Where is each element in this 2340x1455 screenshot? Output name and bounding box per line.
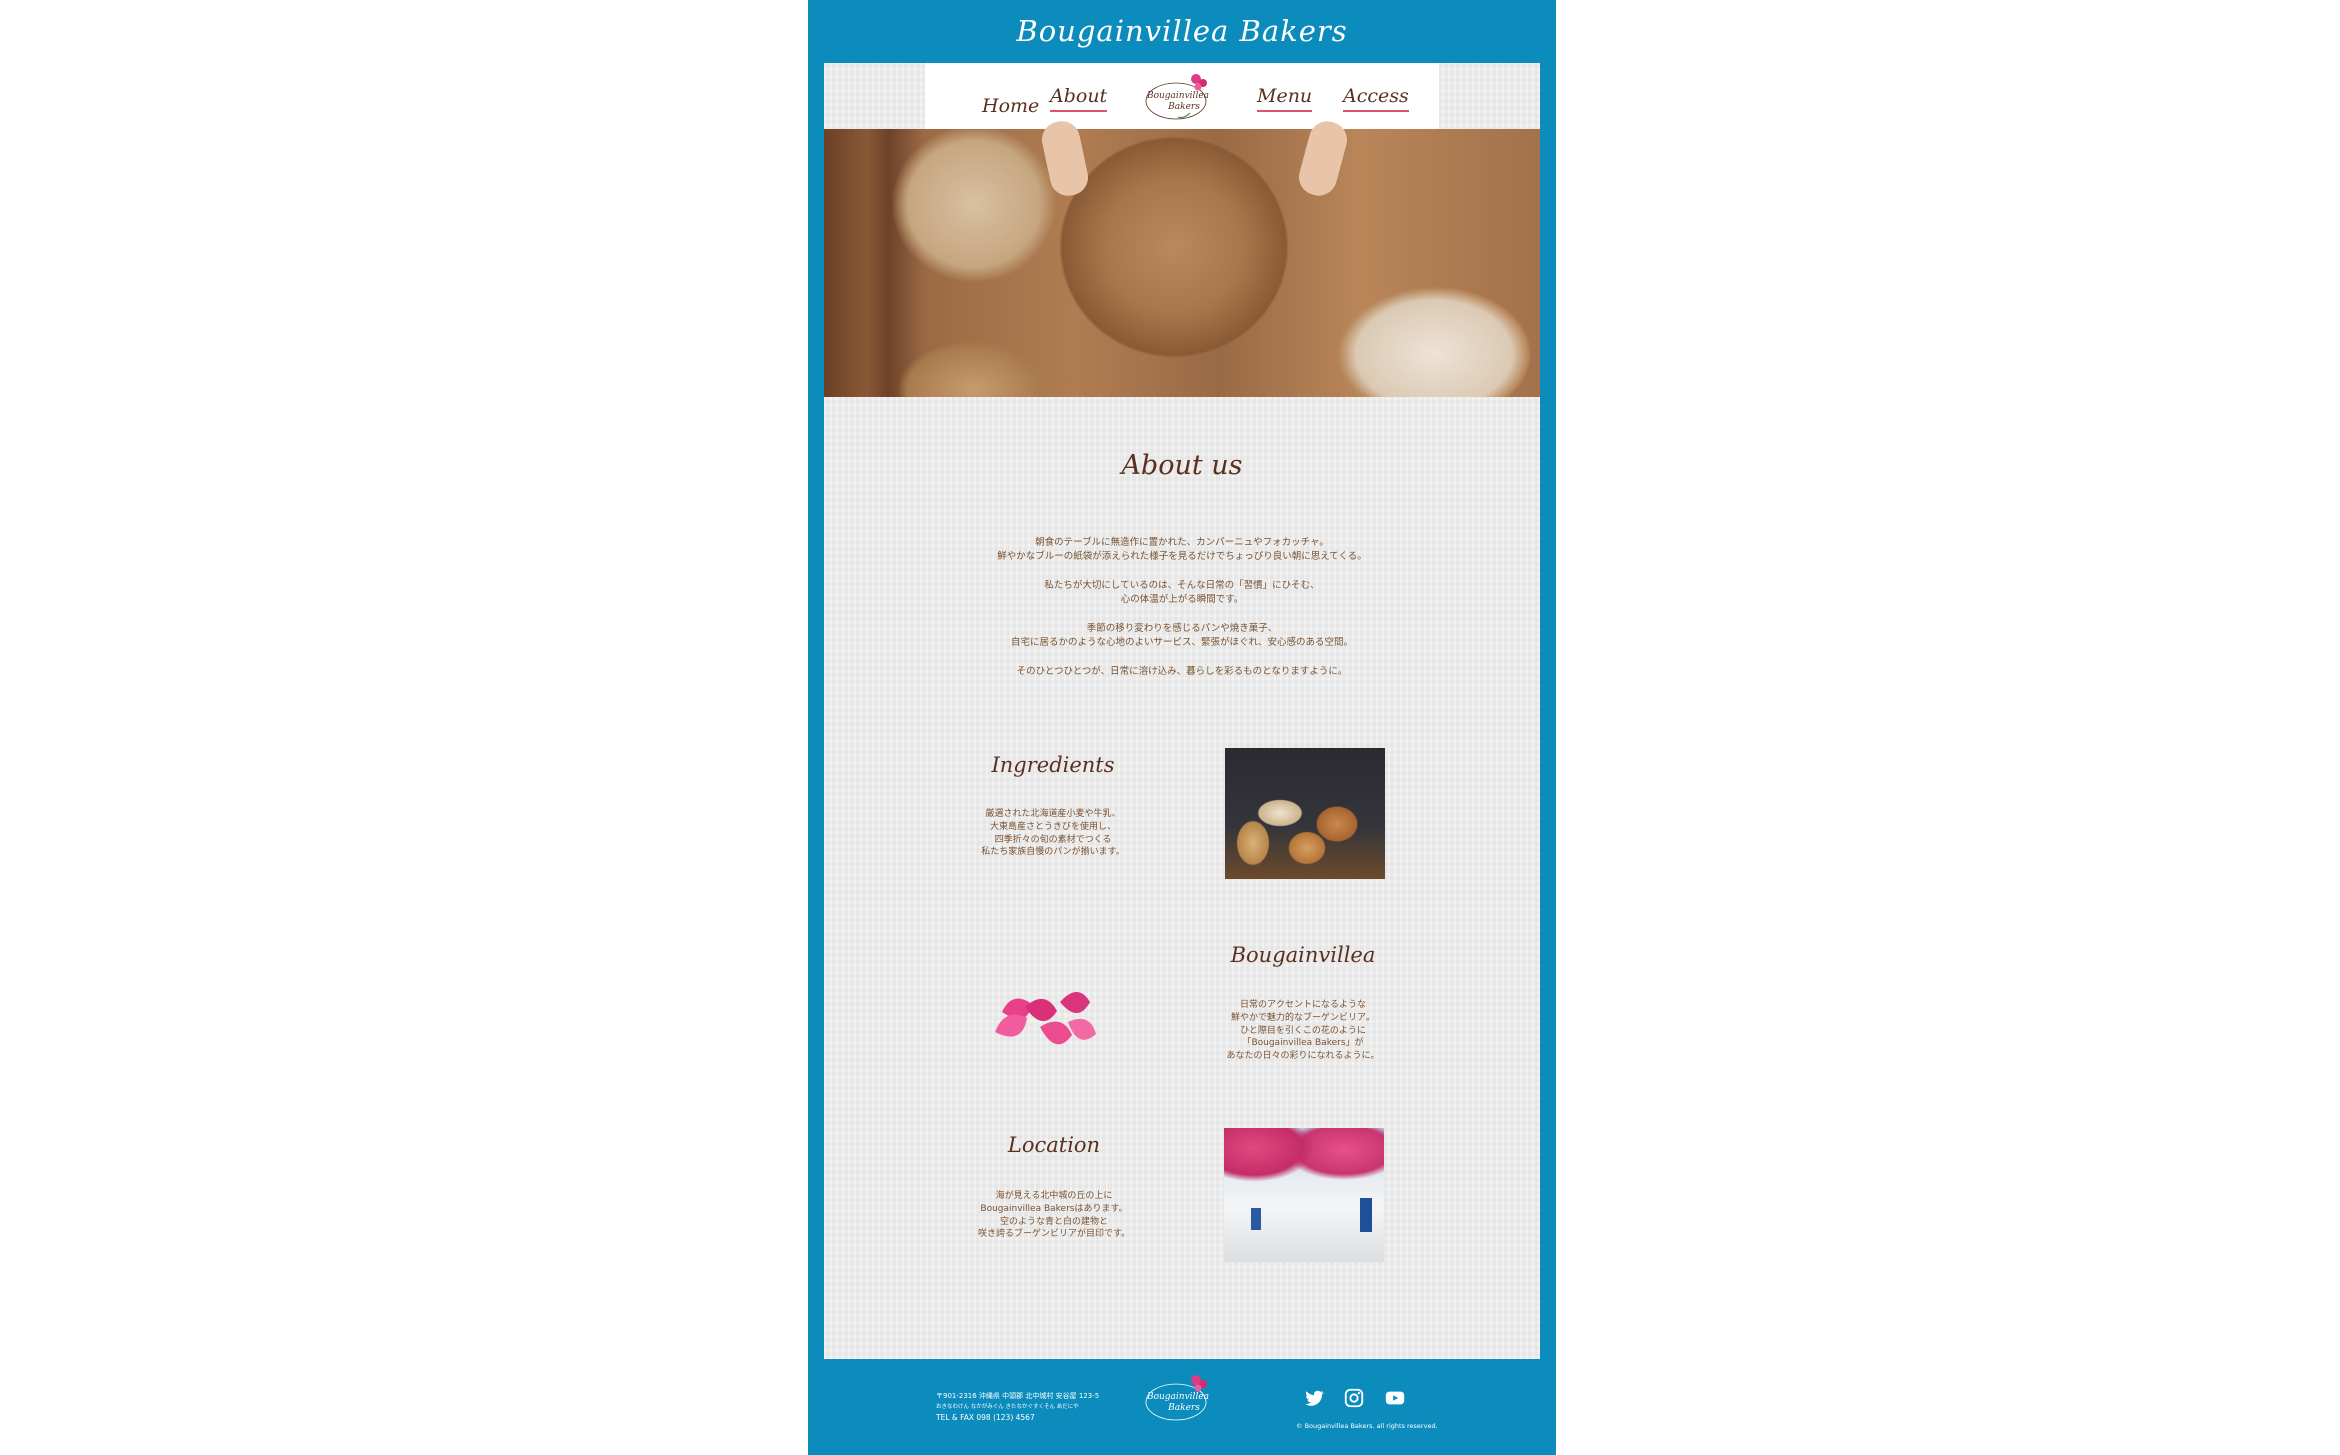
footer-logo[interactable]: Bougainvillea Bakers <box>1138 1370 1224 1426</box>
about-line: 朝食のテーブルに無造作に置かれた、カンパーニュやフォカッチャ。 <box>1035 537 1329 548</box>
about-paragraph-2: 私たちが大切にしているのは、そんな日常の「習慣」にひそむ、 心の体温が上がる瞬間… <box>824 579 1540 607</box>
house-blue-door <box>1360 1198 1372 1232</box>
location-text: 海が見える北中城の丘の上に Bougainvillea Bakersはあります。… <box>977 1191 1131 1240</box>
site-title: Bougainvillea Bakers <box>1016 14 1348 48</box>
footer: 〒901-2316 沖縄県 中頭郡 北中城村 安谷屋 123-5 おきなわけん … <box>808 1343 1556 1443</box>
footer-tel: TEL & FAX 098 (123) 4567 <box>936 1413 1035 1422</box>
footer-address-line2: おきなわけん なかがみぐん きたなかぐすくそん あだにや <box>936 1404 1079 1410</box>
about-text: 朝食のテーブルに無造作に置かれた、カンパーニュやフォカッチャ。 鮮やかなブルーの… <box>824 536 1540 694</box>
location-house-photo <box>1224 1128 1384 1262</box>
footer-logo-line1: Bougainvillea <box>1146 1392 1209 1402</box>
page-frame: Bougainvillea Bakers Home About Bougainv… <box>808 0 1556 1455</box>
about-paragraph-3: 季節の移り変わりを感じるパンや焼き菓子、 自宅に居るかのような心地のよいサービス… <box>824 622 1540 650</box>
about-line: 心の体温が上がる瞬間です。 <box>1120 594 1244 605</box>
bougainvillea-title: Bougainvillea <box>1230 943 1376 967</box>
house-blue-window <box>1251 1208 1261 1230</box>
nav-logo-line2: Bakers <box>1167 102 1200 112</box>
ingredients-text: 厳選された北海道産小麦や牛乳、 大東島産さとうきびを使用し、 四季折々の旬の素材… <box>981 809 1125 858</box>
footer-address-line1: 〒901-2316 沖縄県 中頭郡 北中城村 安谷屋 123-5 <box>936 1392 1100 1400</box>
nav-access[interactable]: Access <box>1343 85 1409 112</box>
about-line: 鮮やかなブルーの紙袋が添えられた様子を見るだけでちょっぴり良い朝に思えてくる。 <box>997 551 1367 562</box>
footer-copyright: © Bougainvillea Bakers. all rights reser… <box>1296 1422 1438 1430</box>
hero-hand-right <box>1294 117 1352 200</box>
about-line: 季節の移り変わりを感じるパンや焼き菓子、 <box>1086 623 1278 634</box>
nav-about[interactable]: About <box>1050 85 1108 112</box>
bougainvillea-text: 日常のアクセントになるような 鮮やかで魅力的なブーゲンビリア。 ひと際目を引くこ… <box>1226 1000 1380 1062</box>
about-paragraph-4: そのひとつひとつが、日常に溶け込み、暮らしを彩るものとなりますように。 <box>824 665 1540 679</box>
location-title: Location <box>1007 1133 1101 1157</box>
nav-menu[interactable]: Menu <box>1257 85 1313 112</box>
about-line: そのひとつひとつが、日常に溶け込み、暮らしを彩るものとなりますように。 <box>1016 666 1348 677</box>
bougainvillea-flower-image <box>995 992 1096 1045</box>
ingredients-bread-photo <box>1225 748 1385 879</box>
ingredients-title: Ingredients <box>991 753 1115 777</box>
instagram-icon[interactable] <box>1343 1387 1365 1409</box>
twitter-icon[interactable] <box>1303 1387 1325 1409</box>
about-line: 私たちが大切にしているのは、そんな日常の「習慣」にひそむ、 <box>1044 580 1320 591</box>
youtube-icon[interactable] <box>1384 1387 1406 1409</box>
about-paragraph-1: 朝食のテーブルに無造作に置かれた、カンパーニュやフォカッチャ。 鮮やかなブルーの… <box>824 536 1540 564</box>
footer-address: 〒901-2316 沖縄県 中頭郡 北中城村 安谷屋 123-5 おきなわけん … <box>936 1391 1136 1413</box>
nav-logo-line1: Bougainvillea <box>1146 91 1209 101</box>
nav-home[interactable]: Home <box>982 95 1039 120</box>
nav-logo[interactable]: Bougainvillea Bakers <box>1138 69 1224 125</box>
hero-hand-left <box>1038 117 1092 200</box>
about-title: About us <box>1121 450 1243 481</box>
main-nav: Home About Bougainvillea Bakers Menu Acc… <box>925 63 1439 129</box>
footer-logo-line2: Bakers <box>1167 1403 1200 1413</box>
about-line: 自宅に居るかのような心地のよいサービス、緊張がほぐれ、安心感のある空間。 <box>1010 637 1354 648</box>
hero-bread-image <box>824 117 1540 397</box>
